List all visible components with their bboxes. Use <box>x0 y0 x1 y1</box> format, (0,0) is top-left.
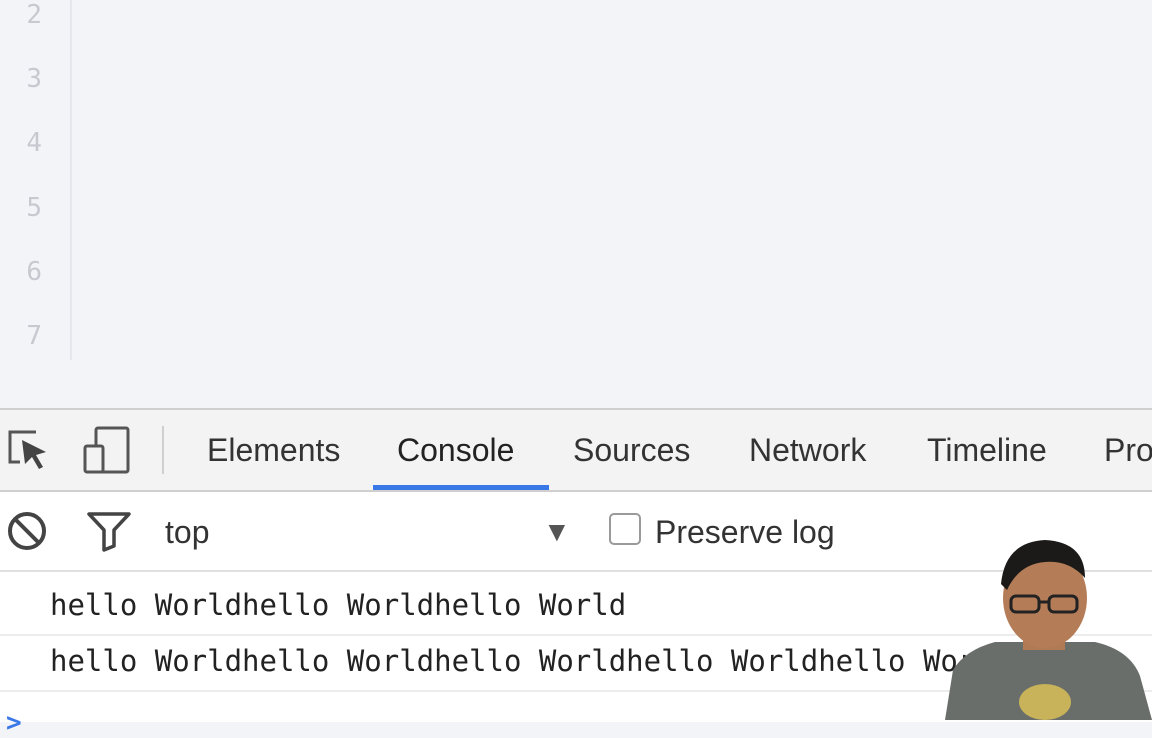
active-tab-indicator <box>373 485 549 490</box>
tab-console[interactable]: Console <box>397 432 514 469</box>
line-number: 3 <box>26 64 42 94</box>
line-number: 6 <box>26 257 42 287</box>
line-number: 2 <box>26 0 42 30</box>
chevron-down-icon[interactable]: ▼ <box>543 516 571 548</box>
tab-separator <box>162 426 164 474</box>
preserve-log-checkbox[interactable] <box>609 513 641 545</box>
tab-timeline[interactable]: Timeline <box>927 432 1047 469</box>
devtools-tab-bar: Elements Console Sources Network Timelin… <box>0 410 1152 492</box>
tab-network[interactable]: Network <box>749 432 866 469</box>
console-prompt-icon[interactable]: > <box>6 708 22 738</box>
presenter-webcam-overlay <box>945 538 1152 720</box>
tab-elements[interactable]: Elements <box>207 432 340 469</box>
line-number: 5 <box>26 193 42 223</box>
clear-console-icon[interactable] <box>6 510 48 557</box>
preserve-log-label[interactable]: Preserve log <box>655 514 835 551</box>
tab-profiles[interactable]: Pro <box>1104 432 1152 469</box>
context-selector[interactable]: top <box>165 514 209 551</box>
line-number-gutter: 2 3 4 5 6 7 <box>0 0 72 360</box>
console-message: hello Worldhello Worldhello Worldhello W… <box>50 644 1011 678</box>
line-number: 4 <box>26 128 42 158</box>
inspect-element-icon[interactable] <box>6 424 50 479</box>
line-number: 7 <box>26 321 42 351</box>
console-message: hello Worldhello Worldhello World <box>50 588 627 622</box>
code-editor[interactable]: 2 3 4 5 6 7 <box>0 0 1152 408</box>
device-mode-icon[interactable] <box>82 424 132 481</box>
tab-sources[interactable]: Sources <box>573 432 690 469</box>
filter-icon[interactable] <box>86 510 132 557</box>
